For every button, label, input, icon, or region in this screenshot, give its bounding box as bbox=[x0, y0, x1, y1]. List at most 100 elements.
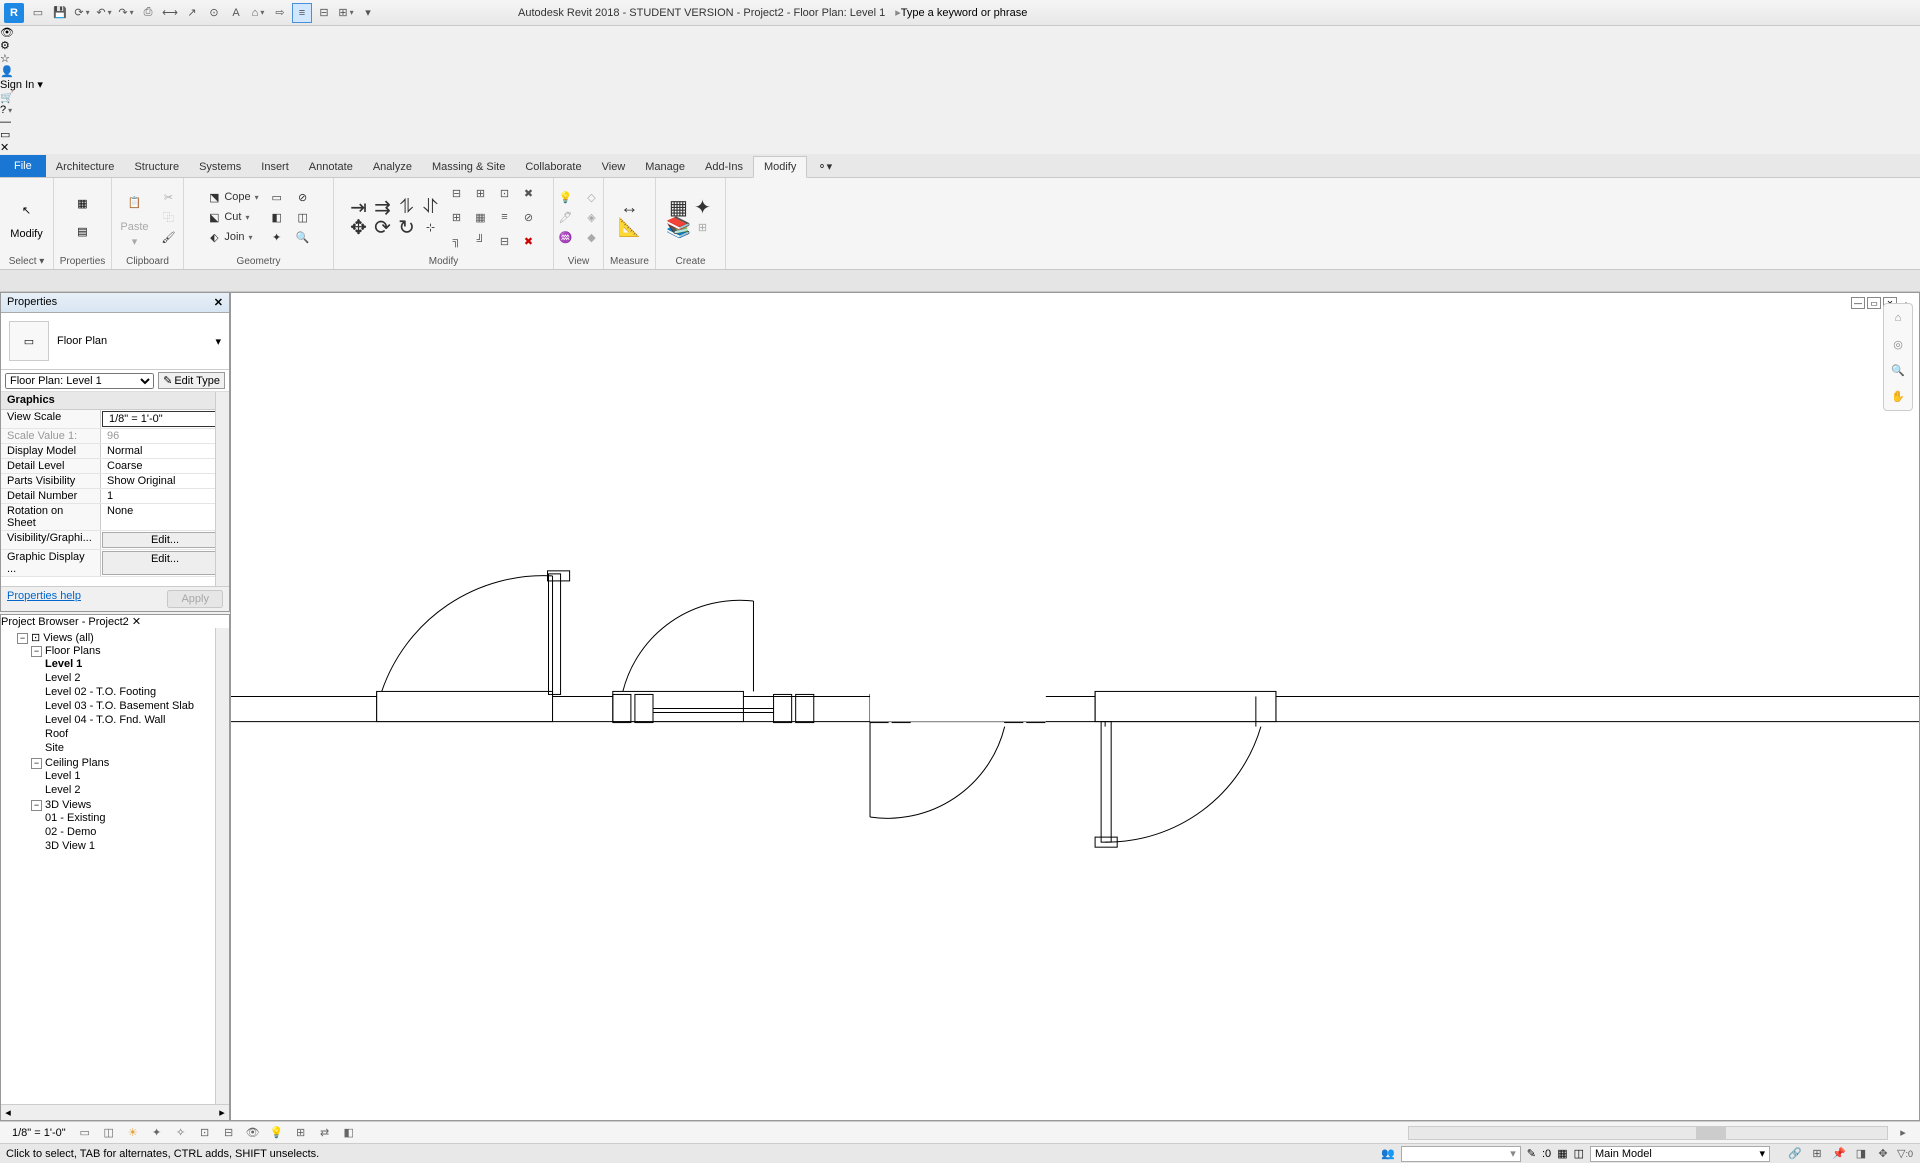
browser-close-icon[interactable]: ✕ bbox=[132, 616, 141, 628]
pan-icon[interactable]: ✋ bbox=[1888, 386, 1908, 406]
filter-icon[interactable]: ▽:0 bbox=[1896, 1146, 1914, 1162]
tree-item[interactable]: Level 04 - T.O. Fnd. Wall bbox=[45, 713, 227, 727]
crop-region-icon[interactable]: ⊟ bbox=[220, 1124, 238, 1142]
move-icon[interactable]: ✥ bbox=[348, 218, 370, 236]
tab-analyze[interactable]: Analyze bbox=[363, 157, 422, 177]
override-icon[interactable]: 🖊 bbox=[555, 208, 577, 226]
select-underlay-icon[interactable]: ⊞ bbox=[1808, 1146, 1826, 1162]
rendering-icon[interactable]: ✧ bbox=[172, 1124, 190, 1142]
shadows-icon[interactable]: ✦ bbox=[148, 1124, 166, 1142]
view-scale[interactable]: 1/8" = 1'-0" bbox=[8, 1127, 70, 1139]
v3-icon[interactable]: ◆ bbox=[581, 228, 603, 246]
tag-icon[interactable]: ⊙ bbox=[204, 3, 224, 23]
favorite-icon[interactable]: ☆ bbox=[0, 52, 1920, 65]
v2-icon[interactable]: ◈ bbox=[581, 208, 603, 226]
help-icon[interactable]: ? bbox=[0, 104, 1920, 116]
editable-only-icon[interactable]: ✎ bbox=[1527, 1147, 1536, 1160]
tree-floorplans[interactable]: −Floor Plans Level 1Level 2Level 02 - T.… bbox=[31, 644, 227, 756]
thin-lines-icon[interactable]: ≡ bbox=[292, 3, 312, 23]
detail-level-icon[interactable]: ▭ bbox=[76, 1124, 94, 1142]
trim-single-icon[interactable]: ╝ bbox=[470, 230, 492, 252]
workset-dropdown[interactable]: Main Model▾ bbox=[1590, 1146, 1770, 1162]
type-selector[interactable]: ▭ Floor Plan▾ bbox=[1, 313, 229, 370]
delete-icon[interactable]: ⊘ bbox=[518, 206, 540, 228]
prop-row[interactable]: Scale Value 1:96 bbox=[1, 429, 229, 444]
sun-path-icon[interactable]: ☀ bbox=[124, 1124, 142, 1142]
browser-hscroll[interactable]: ◂▸ bbox=[1, 1104, 229, 1120]
tree-item[interactable]: Level 2 bbox=[45, 783, 227, 797]
tab-collaborate[interactable]: Collaborate bbox=[515, 157, 591, 177]
reveal-icon[interactable]: ⊞ bbox=[292, 1124, 310, 1142]
close-button[interactable]: ✕ bbox=[0, 141, 1920, 154]
sync-icon[interactable]: ⟳ bbox=[72, 3, 92, 23]
tab-modify[interactable]: Modify bbox=[753, 156, 807, 178]
canvas-hscroll[interactable] bbox=[1408, 1126, 1888, 1140]
tree-item[interactable]: Level 03 - T.O. Basement Slab bbox=[45, 699, 227, 713]
properties-close-icon[interactable]: ✕ bbox=[214, 296, 223, 309]
prop-row[interactable]: Visibility/Graphi...Edit... bbox=[1, 531, 229, 550]
array-icon[interactable]: ⊞ bbox=[470, 182, 492, 204]
crop-view-icon[interactable]: ⊡ bbox=[196, 1124, 214, 1142]
edit-type-button[interactable]: ✎Edit Type bbox=[158, 372, 225, 389]
split-gap-icon[interactable]: ⊟ bbox=[494, 230, 516, 252]
select-links-icon[interactable]: 🔗 bbox=[1786, 1146, 1804, 1162]
apply-button[interactable]: Apply bbox=[167, 590, 223, 608]
visual-style-icon[interactable]: ◫ bbox=[100, 1124, 118, 1142]
view-max-icon[interactable]: ▭ bbox=[1867, 297, 1881, 309]
pin-icon[interactable]: ⊞ bbox=[446, 206, 468, 228]
user-icon[interactable]: 👤 bbox=[0, 65, 1920, 78]
assembly-icon[interactable]: 📚 bbox=[668, 218, 690, 236]
tab-annotate[interactable]: Annotate bbox=[299, 157, 363, 177]
active-only-icon[interactable]: ◫ bbox=[1574, 1147, 1584, 1160]
zoom-icon[interactable]: 🔍 bbox=[1888, 360, 1908, 380]
match-type-icon[interactable]: 🖌 bbox=[158, 228, 180, 246]
prop-scrollbar[interactable] bbox=[215, 392, 229, 586]
ungroup-icon[interactable]: ≡ bbox=[494, 206, 516, 228]
analytical-icon[interactable]: ◧ bbox=[340, 1124, 358, 1142]
paste-button[interactable]: 📋Paste▾ bbox=[116, 186, 154, 249]
tree-item[interactable]: 3D View 1 bbox=[45, 839, 227, 853]
tree-ceilingplans[interactable]: −Ceiling Plans Level 1Level 2 bbox=[31, 756, 227, 798]
type-dd-icon[interactable]: ▾ bbox=[215, 335, 221, 348]
home-icon[interactable]: ⌂ bbox=[1888, 308, 1908, 328]
paint-icon[interactable]: 🔍 bbox=[292, 228, 314, 246]
tree-item[interactable]: 01 - Existing bbox=[45, 811, 227, 825]
search-input[interactable]: Type a keyword or phrase bbox=[901, 7, 1028, 19]
copy-icon[interactable]: ⟳ bbox=[372, 218, 394, 236]
temp-hide-icon[interactable]: 💡 bbox=[268, 1124, 286, 1142]
3d-icon[interactable]: ⌂ bbox=[248, 3, 268, 23]
workset-icon[interactable]: 👥 bbox=[1381, 1147, 1395, 1160]
void-icon[interactable]: ◫ bbox=[292, 208, 314, 226]
tree-item[interactable]: Level 02 - T.O. Footing bbox=[45, 685, 227, 699]
wall-open-icon[interactable]: ▭ bbox=[266, 188, 288, 206]
tab-manage[interactable]: Manage bbox=[635, 157, 695, 177]
instance-select[interactable]: Floor Plan: Level 1 bbox=[5, 373, 154, 389]
parts-icon[interactable]: ⊞ bbox=[692, 218, 714, 236]
signin-label[interactable]: Sign In bbox=[0, 79, 34, 91]
tab-addins[interactable]: Add-Ins bbox=[695, 157, 753, 177]
options-dropdown[interactable]: ▾ bbox=[1401, 1146, 1521, 1162]
offset-icon[interactable]: ⇉ bbox=[372, 198, 394, 216]
nav-wheel-icon[interactable]: ◎ bbox=[1888, 334, 1908, 354]
print-icon[interactable]: ⎙ bbox=[138, 3, 158, 23]
restore-button[interactable]: ▭ bbox=[0, 128, 1920, 141]
minimize-button[interactable]: — bbox=[0, 116, 1920, 128]
open-icon[interactable]: ▭ bbox=[28, 3, 48, 23]
tab-view[interactable]: View bbox=[592, 157, 636, 177]
tree-item[interactable]: Level 1 bbox=[45, 769, 227, 783]
measure-icon[interactable]: ⟷ bbox=[160, 3, 180, 23]
tab-structure[interactable]: Structure bbox=[124, 157, 189, 177]
dimension-icon[interactable]: ↗ bbox=[182, 3, 202, 23]
comm-icon[interactable]: ⚙ bbox=[0, 39, 1920, 52]
linework-icon[interactable]: ♒ bbox=[555, 228, 577, 246]
properties-button[interactable]: ▦▤ bbox=[63, 185, 103, 249]
tree-item[interactable]: Site bbox=[45, 741, 227, 755]
select-face-icon[interactable]: ◨ bbox=[1852, 1146, 1870, 1162]
customize-icon[interactable]: ▾ bbox=[358, 3, 378, 23]
worksharing-icon[interactable]: ⇄ bbox=[316, 1124, 334, 1142]
tab-systems[interactable]: Systems bbox=[189, 157, 251, 177]
text-icon[interactable]: A bbox=[226, 3, 246, 23]
prop-row[interactable]: Parts VisibilityShow Original bbox=[1, 474, 229, 489]
exchange-icon[interactable]: 🛒 bbox=[0, 91, 1920, 104]
tree-views-root[interactable]: −⊡ Views (all) −Floor Plans Level 1Level… bbox=[17, 630, 227, 855]
